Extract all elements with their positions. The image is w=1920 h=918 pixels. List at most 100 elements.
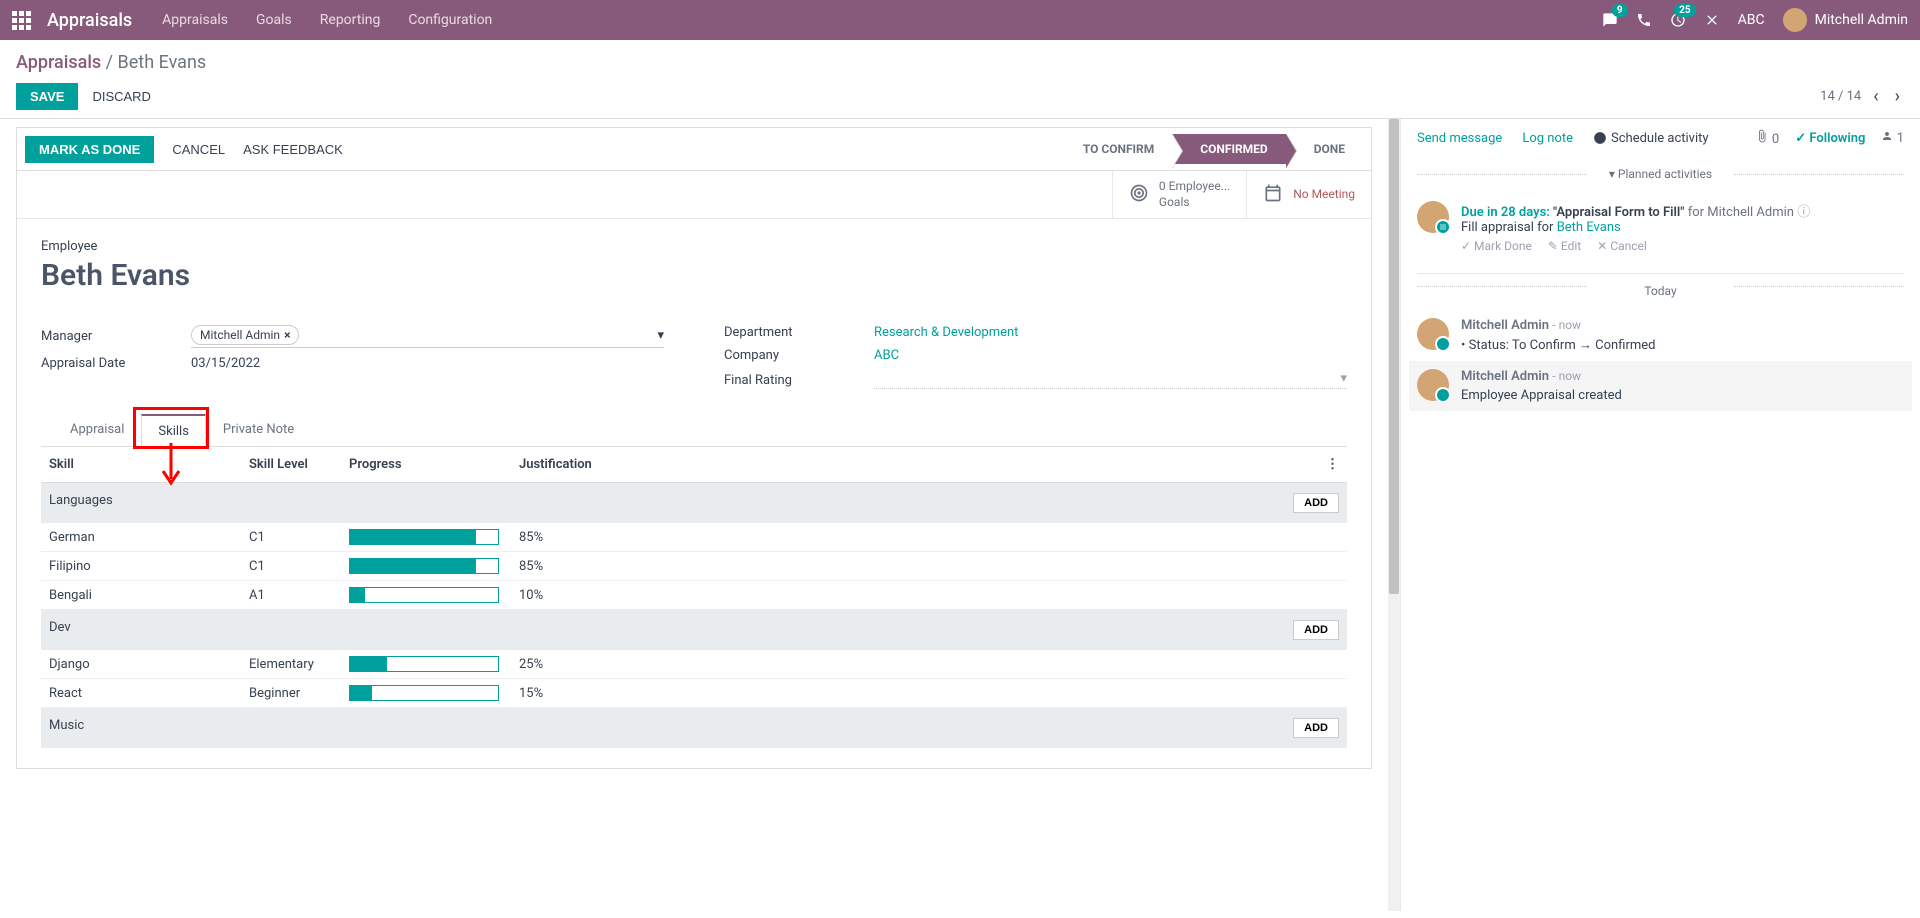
- activity-mark-done[interactable]: ✓ Mark Done: [1461, 239, 1532, 253]
- activity-desc-link[interactable]: Beth Evans: [1557, 220, 1621, 235]
- action-buttons: SAVE DISCARD 14 / 14 ‹ ›: [16, 83, 1904, 110]
- company-value[interactable]: ABC: [874, 348, 899, 363]
- chat-icon[interactable]: 9: [1602, 12, 1618, 28]
- skill-row[interactable]: React Beginner 15%: [41, 679, 1347, 708]
- stat-buttons: 0 Employee... Goals No Meeting: [17, 171, 1371, 219]
- chat-badge: 9: [1612, 4, 1628, 17]
- meeting-stat-button[interactable]: No Meeting: [1246, 171, 1371, 218]
- nav-goals[interactable]: Goals: [256, 12, 292, 28]
- skill-progress-label: 10%: [511, 581, 1317, 610]
- pager-prev[interactable]: ‹: [1869, 86, 1882, 107]
- pager-text: 14 / 14: [1820, 89, 1861, 104]
- appraisal-date-label: Appraisal Date: [41, 356, 191, 371]
- activity-badge: 25: [1674, 4, 1695, 17]
- status-dot: [1435, 336, 1451, 352]
- activity-due: Due in 28 days:: [1461, 205, 1550, 220]
- skill-level: C1: [241, 523, 341, 552]
- dropdown-caret-icon[interactable]: ▾: [1340, 371, 1347, 386]
- activity-desc-prefix: Fill appraisal for: [1461, 220, 1557, 235]
- scrollbar-thumb[interactable]: [1389, 119, 1399, 594]
- log-author: Mitchell Admin: [1461, 318, 1549, 333]
- department-value[interactable]: Research & Development: [874, 325, 1018, 340]
- final-rating-field[interactable]: ▾: [874, 371, 1347, 389]
- employee-name[interactable]: Beth Evans: [41, 258, 1347, 293]
- skill-row[interactable]: Django Elementary 25%: [41, 650, 1347, 679]
- manager-field[interactable]: Mitchell Admin × ▾: [191, 325, 664, 348]
- breadcrumb-root[interactable]: Appraisals: [16, 52, 101, 73]
- appraisal-date-value[interactable]: 03/15/2022: [191, 356, 664, 371]
- skill-progress: [341, 650, 511, 679]
- col-options[interactable]: ⋮: [1317, 447, 1347, 483]
- employee-label: Employee: [41, 239, 1347, 254]
- activity-cancel[interactable]: ✕ Cancel: [1597, 239, 1647, 253]
- nav-reporting[interactable]: Reporting: [320, 12, 381, 28]
- log-avatar: [1417, 318, 1449, 350]
- skill-row[interactable]: Bengali A1 10%: [41, 581, 1347, 610]
- dropdown-caret-icon[interactable]: ▾: [657, 328, 664, 343]
- skill-name: Bengali: [41, 581, 241, 610]
- goals-line2: Goals: [1159, 195, 1230, 211]
- skill-progress: [341, 552, 511, 581]
- log-note-button[interactable]: Log note: [1522, 131, 1573, 146]
- breadcrumb: Appraisals / Beth Evans: [16, 52, 1904, 73]
- following-button[interactable]: ✓ Following: [1795, 131, 1865, 146]
- scrollbar[interactable]: [1388, 119, 1400, 911]
- goals-stat-button[interactable]: 0 Employee... Goals: [1112, 171, 1246, 218]
- activity-icon[interactable]: 25: [1670, 12, 1686, 28]
- company-selector[interactable]: ABC: [1738, 12, 1765, 28]
- skill-row[interactable]: Filipino C1 85%: [41, 552, 1347, 581]
- apps-icon[interactable]: [12, 11, 31, 30]
- manager-tag[interactable]: Mitchell Admin ×: [191, 325, 299, 345]
- calendar-icon: [1263, 183, 1283, 207]
- user-menu[interactable]: Mitchell Admin: [1783, 8, 1908, 32]
- today-header: Today: [1417, 273, 1904, 298]
- status-confirmed[interactable]: CONFIRMED: [1172, 134, 1285, 164]
- tab-private-note[interactable]: Private Note: [206, 413, 311, 446]
- ask-feedback-button[interactable]: ASK FEEDBACK: [243, 142, 343, 157]
- phone-icon[interactable]: [1636, 12, 1652, 28]
- skill-group-row: MusicADD: [41, 708, 1347, 749]
- add-skill-button[interactable]: ADD: [1293, 493, 1339, 513]
- status-to-confirm[interactable]: TO CONFIRM: [1055, 134, 1172, 164]
- skill-name: Django: [41, 650, 241, 679]
- schedule-activity-button[interactable]: Schedule activity: [1593, 131, 1709, 146]
- close-tray-icon[interactable]: [1704, 12, 1720, 28]
- navbar: Appraisals Appraisals Goals Reporting Co…: [0, 0, 1920, 40]
- skill-progress-label: 15%: [511, 679, 1317, 708]
- add-skill-button[interactable]: ADD: [1293, 718, 1339, 738]
- discard-button[interactable]: DISCARD: [92, 89, 151, 104]
- cancel-button[interactable]: CANCEL: [172, 142, 225, 157]
- tab-skills[interactable]: Skills: [141, 414, 206, 447]
- target-icon: [1129, 183, 1149, 207]
- skills-table: Skill Skill Level Progress Justification…: [41, 447, 1347, 748]
- status-done[interactable]: DONE: [1286, 134, 1363, 164]
- breadcrumb-current: Beth Evans: [118, 52, 207, 73]
- col-progress: Progress: [341, 447, 511, 483]
- skill-level: A1: [241, 581, 341, 610]
- log-item: Mitchell Admin - now Employee Appraisal …: [1409, 361, 1912, 411]
- followers-button[interactable]: 1: [1881, 130, 1904, 146]
- user-avatar: [1783, 8, 1807, 32]
- activity-edit[interactable]: ✎ Edit: [1548, 239, 1581, 253]
- log-content: • Status: To Confirm → Confirmed: [1461, 337, 1655, 353]
- pager-next[interactable]: ›: [1891, 86, 1904, 107]
- nav-appraisals[interactable]: Appraisals: [162, 12, 228, 28]
- col-justification: Justification: [511, 447, 1317, 483]
- nav-configuration[interactable]: Configuration: [408, 12, 492, 28]
- status-dot: [1435, 387, 1451, 403]
- save-button[interactable]: SAVE: [16, 83, 78, 110]
- user-name: Mitchell Admin: [1815, 12, 1908, 28]
- mark-as-done-button[interactable]: MARK AS DONE: [25, 136, 154, 163]
- send-message-button[interactable]: Send message: [1417, 131, 1502, 146]
- pager: 14 / 14 ‹ ›: [1820, 86, 1904, 107]
- skill-row[interactable]: German C1 85%: [41, 523, 1347, 552]
- tab-appraisal[interactable]: Appraisal: [53, 413, 141, 446]
- add-skill-button[interactable]: ADD: [1293, 620, 1339, 640]
- log-content: Employee Appraisal created: [1461, 388, 1622, 403]
- info-icon[interactable]: ⓘ: [1797, 205, 1810, 220]
- log-author: Mitchell Admin: [1461, 369, 1549, 384]
- planned-activities-header[interactable]: ▾ Planned activities: [1417, 167, 1904, 181]
- attachments-button[interactable]: 0: [1755, 129, 1780, 147]
- activity-type-icon: [1435, 219, 1451, 235]
- remove-tag-icon[interactable]: ×: [284, 328, 290, 342]
